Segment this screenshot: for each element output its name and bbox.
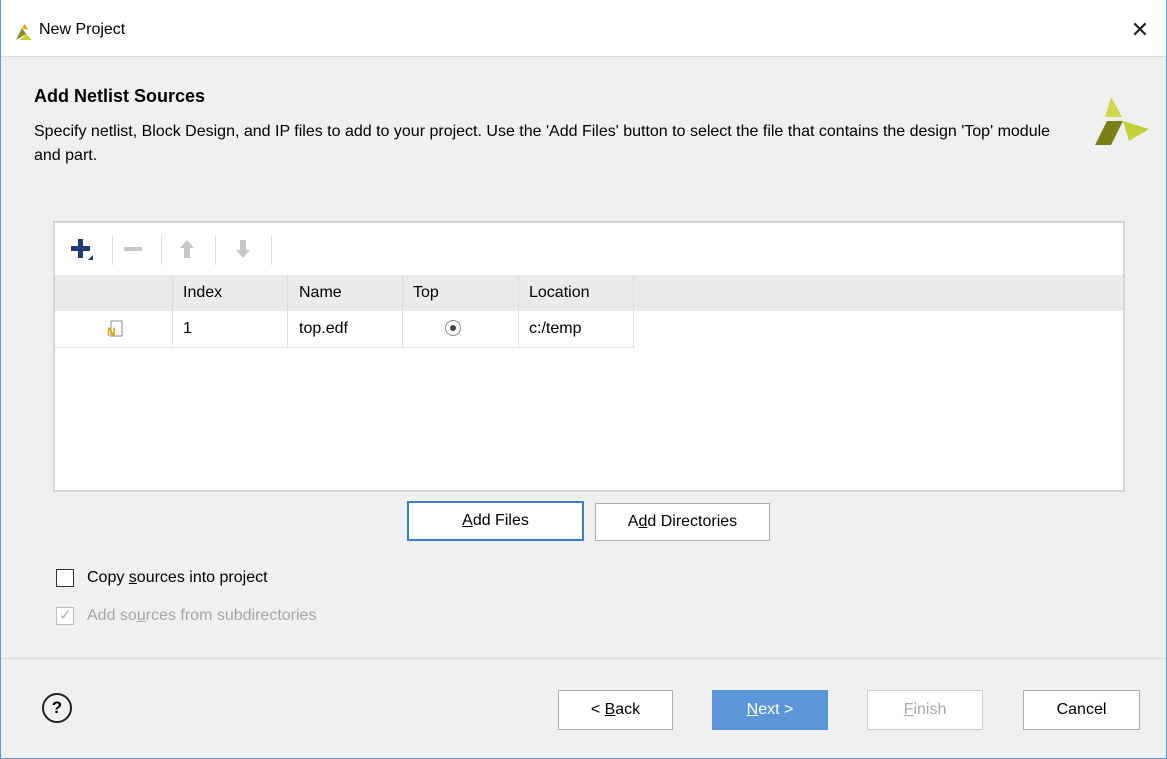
table-header: Index Name Top Location: [55, 275, 1123, 311]
move-up-icon[interactable]: [173, 235, 201, 263]
title-bar: New Project ✕: [1, 0, 1166, 57]
sources-table-panel: Index Name Top Location N 1 top.edf c:/t…: [53, 221, 1125, 492]
column-index-header[interactable]: Index: [183, 275, 222, 311]
toolbar-separator: [112, 235, 113, 265]
add-subdirs-checkbox[interactable]: ✓: [56, 607, 74, 625]
copy-sources-checkbox[interactable]: [56, 569, 74, 587]
column-name-header[interactable]: Name: [299, 275, 342, 311]
close-icon[interactable]: ✕: [1128, 18, 1152, 42]
back-button[interactable]: < Back: [558, 690, 673, 730]
window-title: New Project: [39, 21, 126, 38]
netlist-file-icon: N: [107, 320, 123, 338]
row-location: c:/temp: [529, 320, 582, 337]
page-title: Add Netlist Sources: [34, 86, 206, 106]
vivado-brand-logo-icon: [1095, 97, 1149, 145]
table-row[interactable]: N 1 top.edf c:/temp: [55, 311, 635, 348]
move-down-icon[interactable]: [229, 235, 257, 263]
finish-button[interactable]: Finish: [867, 690, 983, 730]
remove-icon[interactable]: [119, 235, 147, 263]
row-name: top.edf: [299, 320, 348, 337]
add-directories-button[interactable]: Add Directories: [595, 503, 770, 541]
add-subdirs-label: Add sources from subdirectories: [87, 607, 317, 624]
add-files-button[interactable]: Add Files: [407, 501, 584, 541]
footer-divider: [1, 658, 1166, 659]
add-icon[interactable]: [67, 235, 95, 263]
row-index: 1: [183, 320, 192, 337]
svg-text:N: N: [107, 325, 116, 338]
new-project-dialog: New Project ✕ Add Netlist Sources Specif…: [0, 0, 1167, 759]
checkmark-icon: ✓: [59, 607, 72, 624]
toolbar-separator: [215, 235, 216, 265]
table-toolbar: [55, 223, 1123, 275]
toolbar-separator: [271, 235, 272, 265]
toolbar-separator: [161, 235, 162, 265]
column-top-header[interactable]: Top: [413, 275, 439, 311]
page-description: Specify netlist, Block Design, and IP fi…: [34, 123, 1051, 164]
next-button[interactable]: Next >: [712, 690, 828, 730]
cancel-button[interactable]: Cancel: [1023, 690, 1140, 730]
top-radio-button[interactable]: [445, 320, 461, 336]
column-location-header[interactable]: Location: [529, 275, 590, 311]
help-icon[interactable]: ?: [42, 693, 72, 723]
vivado-logo-icon: [16, 24, 32, 40]
copy-sources-label: Copy sources into project: [87, 569, 268, 586]
